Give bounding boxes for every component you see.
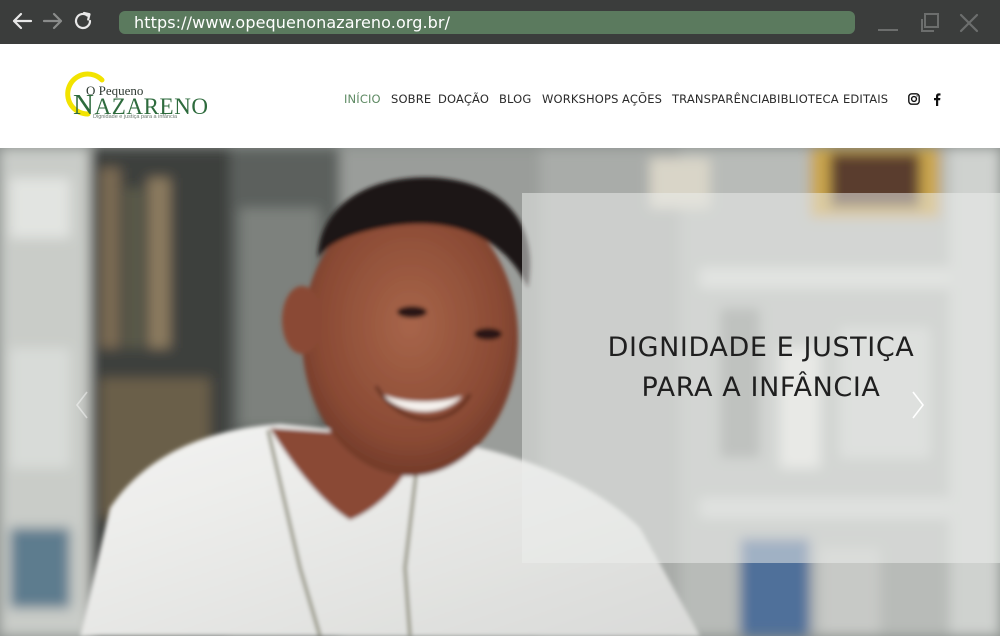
nav-item-transparencia[interactable]: TRANSPARÊNCIA	[672, 92, 769, 106]
instagram-link[interactable]	[907, 92, 921, 106]
slider-next-button[interactable]	[908, 388, 928, 422]
arrow-left-icon	[12, 12, 33, 30]
maximize-icon	[921, 13, 939, 32]
logo-initial: N	[73, 89, 95, 121]
arrow-right-icon	[42, 12, 63, 30]
nav-item-blog[interactable]: BLOG	[499, 92, 531, 106]
hero-slider: DIGNIDADE E JUSTIÇA PARA A INFÂNCIA	[0, 148, 1000, 636]
address-bar[interactable]: https://www.opequenonazareno.org.br/	[119, 11, 855, 34]
minimize-button[interactable]	[875, 10, 901, 36]
browser-toolbar: https://www.opequenonazareno.org.br/	[0, 0, 1000, 44]
slider-prev-button[interactable]	[72, 388, 92, 422]
hero-headline-line-2: PARA A INFÂNCIA	[641, 372, 881, 403]
close-button[interactable]	[956, 10, 982, 36]
nav-item-doacao[interactable]: DOAÇÃO	[438, 92, 489, 106]
reload-icon	[74, 11, 92, 30]
logo-tagline: Dignidade e justiça para a infância	[93, 114, 178, 120]
nav-item-sobre[interactable]: SOBRE	[391, 92, 431, 106]
site-header: O Pequeno NAZARENO Dignidade e justiça p…	[0, 44, 1000, 148]
nav-item-biblioteca[interactable]: BIBLIOTECA	[769, 92, 839, 106]
minimize-icon	[878, 29, 898, 31]
instagram-icon	[908, 93, 920, 105]
nav-item-workshops[interactable]: WORKSHOPS	[542, 92, 619, 106]
nav-item-inicio[interactable]: INÍCIO	[344, 92, 381, 106]
hero-headline-line-1: DIGNIDADE E JUSTIÇA	[607, 332, 915, 363]
site-logo[interactable]: O Pequeno NAZARENO Dignidade e justiça p…	[62, 70, 208, 122]
close-icon	[959, 13, 979, 33]
forward-button[interactable]	[40, 8, 66, 34]
back-button[interactable]	[9, 8, 35, 34]
chevron-right-icon	[912, 391, 925, 419]
chevron-left-icon	[75, 391, 88, 419]
facebook-icon	[934, 92, 941, 106]
facebook-link[interactable]	[930, 92, 944, 106]
nav-item-editais[interactable]: EDITAIS	[843, 92, 888, 106]
nav-item-acoes[interactable]: AÇÕES	[622, 92, 662, 106]
reload-button[interactable]	[70, 8, 96, 34]
hero-headline: DIGNIDADE E JUSTIÇA PARA A INFÂNCIA	[522, 328, 1000, 408]
maximize-button[interactable]	[917, 10, 943, 36]
